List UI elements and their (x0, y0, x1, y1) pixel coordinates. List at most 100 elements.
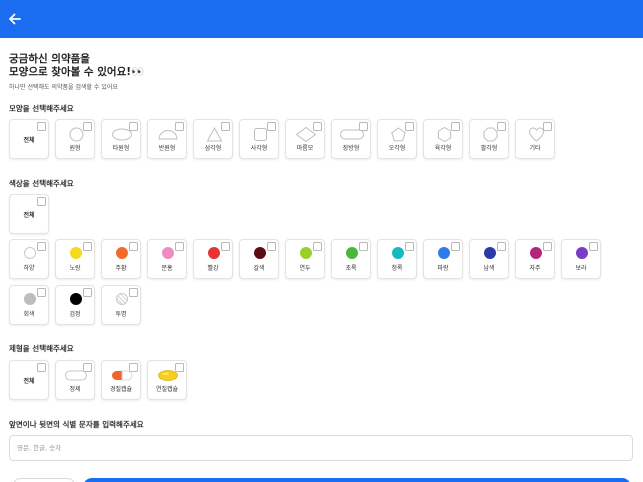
shape-section-title: 모양을 선택해주세요 (9, 104, 74, 113)
imprint-section-title: 앞면이나 뒷면의 식별 문자를 입력해주세요 (9, 420, 144, 429)
square-icon (254, 128, 267, 141)
semicircle-icon (158, 130, 178, 140)
shape-option-label: 팔각형 (480, 145, 498, 152)
arrow-left-icon[interactable] (7, 11, 23, 27)
shape-option-oblong[interactable]: 장방형 (331, 119, 371, 159)
color-option-label: 노랑 (69, 265, 81, 272)
shape-option-semicircle[interactable]: 반원형 (147, 119, 187, 159)
shape-option-label: 삼각형 (204, 145, 222, 152)
hexagon-icon (437, 126, 452, 143)
shape-option-label: 타원형 (112, 145, 130, 152)
checkbox[interactable] (37, 242, 46, 251)
checkbox[interactable] (497, 242, 506, 251)
checkbox[interactable] (589, 242, 598, 251)
checkbox[interactable] (451, 242, 460, 251)
color-option-label: 검정 (69, 311, 81, 318)
checkbox[interactable] (313, 242, 322, 251)
color-option[interactable]: 청록 (377, 239, 417, 279)
shape-option-label: 사각형 (250, 145, 268, 152)
color-option-label: 보라 (575, 265, 587, 272)
shape-option-all[interactable]: 전체 (9, 119, 49, 159)
color-option-label: 자주 (529, 265, 541, 272)
shape-option-octagon[interactable]: 팔각형 (469, 119, 509, 159)
color-swatch (300, 247, 312, 259)
color-option-label: 빨강 (207, 265, 219, 272)
imprint-input[interactable] (9, 435, 633, 461)
form-option-label: 경질캡슐 (109, 386, 133, 393)
shape-option-hexagon[interactable]: 육각형 (423, 119, 463, 159)
color-option[interactable]: 파랑 (423, 239, 463, 279)
checkbox[interactable] (221, 242, 230, 251)
shape-option-pentagon[interactable]: 오각형 (377, 119, 417, 159)
shape-option-square[interactable]: 사각형 (239, 119, 279, 159)
checkbox[interactable] (37, 122, 46, 131)
shape-option-diamond[interactable]: 마름모 (285, 119, 325, 159)
color-option[interactable]: 자주 (515, 239, 555, 279)
color-option-label: 초록 (345, 265, 357, 272)
headline-line-1: 궁금하신 의약품을 (9, 53, 90, 65)
color-option-label: 회색 (23, 311, 35, 318)
checkbox[interactable] (359, 242, 368, 251)
color-option[interactable]: 갈색 (239, 239, 279, 279)
color-swatch (484, 247, 496, 259)
color-swatch (254, 247, 266, 259)
checkbox[interactable] (37, 363, 46, 372)
form-option-all[interactable]: 전체 (9, 360, 49, 400)
form-option-tablet[interactable]: 정제 (55, 360, 95, 400)
color-swatch (116, 247, 128, 259)
shape-option-round[interactable]: 원형 (55, 119, 95, 159)
form-option-label: 정제 (69, 386, 81, 393)
color-option[interactable]: 회색 (9, 285, 49, 325)
hard-capsule-icon (112, 370, 133, 381)
transparent-swatch-icon (116, 293, 128, 305)
color-option[interactable]: 연두 (285, 239, 325, 279)
circle-icon (69, 127, 84, 142)
checkbox[interactable] (543, 242, 552, 251)
color-option-all[interactable]: 전체 (9, 194, 49, 234)
color-option[interactable]: 초록 (331, 239, 371, 279)
checkbox[interactable] (267, 242, 276, 251)
shape-option-oval[interactable]: 타원형 (101, 119, 141, 159)
diamond-icon (295, 126, 317, 143)
color-option[interactable]: 보라 (561, 239, 601, 279)
shape-option-label: 오각형 (388, 145, 406, 152)
checkbox[interactable] (37, 288, 46, 297)
color-option-label: 분홍 (161, 265, 173, 272)
color-swatch (24, 293, 36, 305)
form-option-hard-capsule[interactable]: 경질캡슐 (101, 360, 141, 400)
checkbox[interactable] (405, 242, 414, 251)
search-button[interactable] (83, 478, 631, 482)
shape-option-label: 기타 (529, 145, 541, 152)
color-option[interactable]: 주황 (101, 239, 141, 279)
color-option[interactable]: 투명 (101, 285, 141, 325)
checkbox[interactable] (83, 288, 92, 297)
heart-icon (528, 127, 545, 142)
triangle-icon (206, 126, 223, 142)
color-swatch (208, 247, 220, 259)
shape-option-label: 반원형 (158, 145, 176, 152)
shape-option-triangle[interactable]: 삼각형 (193, 119, 233, 159)
checkbox[interactable] (175, 242, 184, 251)
color-option[interactable]: 빨강 (193, 239, 233, 279)
form-option-soft-capsule[interactable]: 연질캡슐 (147, 360, 187, 400)
color-option-label: 전체 (23, 212, 35, 219)
color-option-label: 청록 (391, 265, 403, 272)
color-swatch (70, 247, 82, 259)
color-option-label: 투명 (115, 311, 127, 318)
color-swatch (346, 247, 358, 259)
shape-option-label: 원형 (69, 145, 81, 152)
checkbox[interactable] (129, 288, 138, 297)
checkbox[interactable] (129, 242, 138, 251)
color-option[interactable]: 하양 (9, 239, 49, 279)
checkbox[interactable] (83, 242, 92, 251)
color-option-label: 연두 (299, 265, 311, 272)
reset-button[interactable] (12, 478, 76, 482)
shape-option-label: 마름모 (296, 145, 314, 152)
color-option[interactable]: 검정 (55, 285, 95, 325)
color-option[interactable]: 노랑 (55, 239, 95, 279)
color-option-label: 주황 (115, 265, 127, 272)
shape-option-other[interactable]: 기타 (515, 119, 555, 159)
checkbox[interactable] (37, 197, 46, 206)
color-option[interactable]: 분홍 (147, 239, 187, 279)
color-option[interactable]: 남색 (469, 239, 509, 279)
